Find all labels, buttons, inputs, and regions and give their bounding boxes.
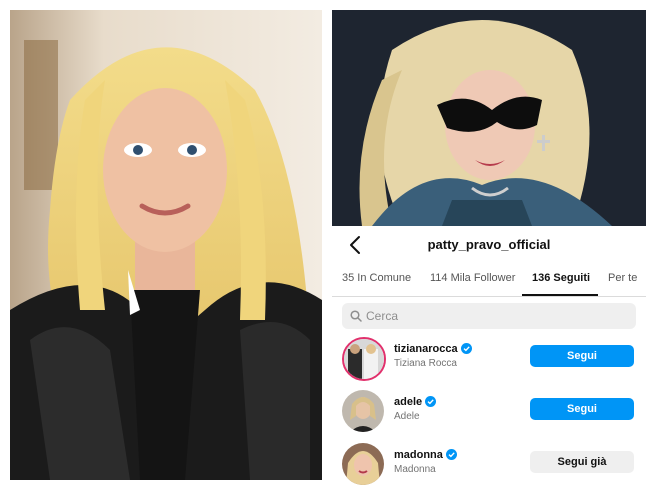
avatar[interactable] — [342, 443, 384, 485]
search-icon — [350, 309, 362, 327]
full-name-label: Madonna — [394, 464, 436, 475]
tab-seguiti[interactable]: 136 Seguiti — [532, 272, 590, 284]
left-portrait-photo — [10, 10, 322, 480]
avatar[interactable] — [342, 337, 386, 381]
avatar[interactable] — [342, 390, 384, 432]
full-name-label: Adele — [394, 411, 420, 422]
list-item[interactable]: madonna Madonna Segui già — [332, 439, 646, 487]
tab-follower[interactable]: 114 Mila Follower — [430, 272, 515, 284]
following-button[interactable]: Segui già — [530, 451, 634, 473]
tab-bar: 35 In Comune 114 Mila Follower 136 Segui… — [332, 266, 646, 297]
username-label[interactable]: adele — [394, 396, 437, 410]
follow-button[interactable]: Segui — [530, 345, 634, 367]
profile-header: patty_pravo_official — [332, 226, 646, 264]
verified-badge-icon — [460, 343, 472, 357]
full-name-label: Tiziana Rocca — [394, 358, 457, 369]
active-tab-underline — [522, 294, 598, 296]
profile-username: patty_pravo_official — [427, 237, 551, 252]
list-item[interactable]: adele Adele Segui — [332, 386, 646, 434]
right-portrait-photo — [332, 10, 646, 226]
instagram-following-panel: patty_pravo_official 35 In Comune 114 Mi… — [332, 226, 646, 485]
follow-button[interactable]: Segui — [530, 398, 634, 420]
username-label[interactable]: tizianarocca — [394, 343, 472, 357]
verified-badge-icon — [425, 396, 437, 410]
verified-badge-icon — [445, 449, 457, 463]
tab-in-comune[interactable]: 35 In Comune — [342, 272, 411, 284]
search-placeholder: Cerca — [366, 309, 399, 323]
search-input[interactable]: Cerca — [342, 303, 636, 329]
username-label[interactable]: madonna — [394, 449, 457, 463]
tab-per-te[interactable]: Per te — [608, 272, 637, 284]
list-item[interactable]: tizianarocca Tiziana Rocca Segui — [332, 333, 646, 381]
